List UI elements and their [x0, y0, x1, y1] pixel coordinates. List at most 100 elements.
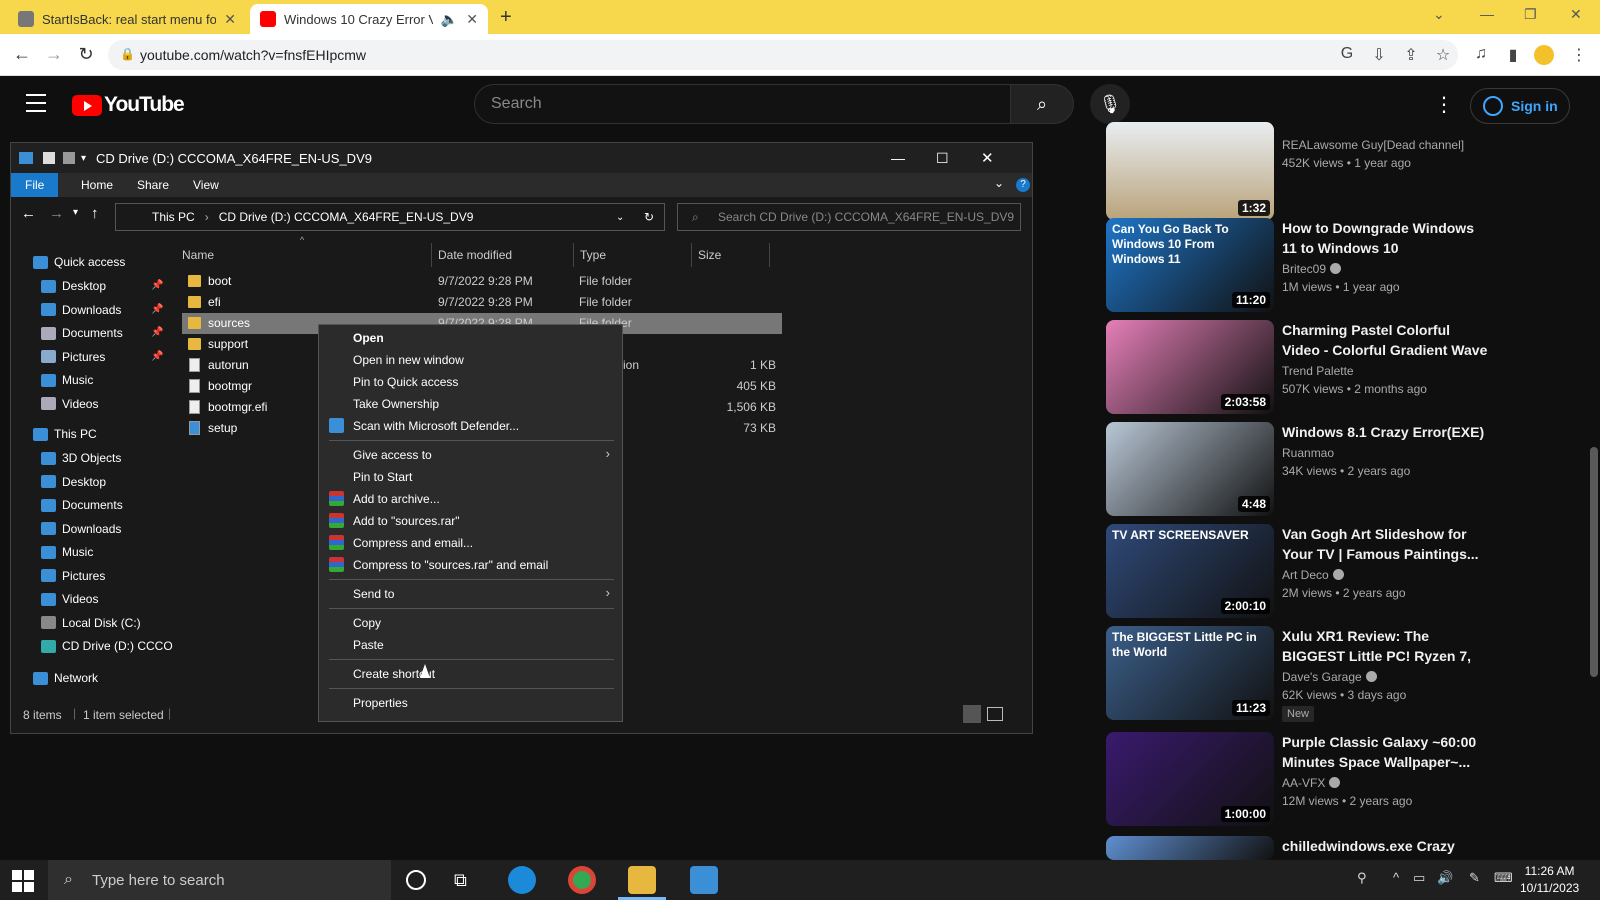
refresh-icon[interactable]: ↻ [644, 210, 654, 224]
minimize-icon[interactable]: — [1480, 6, 1494, 22]
close-icon[interactable]: ✕ [981, 149, 994, 167]
nav-pc-item[interactable]: Documents [41, 498, 123, 512]
back-icon[interactable]: ← [21, 205, 36, 222]
reload-icon[interactable]: ↻ [74, 44, 98, 65]
recommended-video[interactable]: Can You Go Back To Windows 10 From Windo… [1106, 218, 1486, 314]
context-menu-item[interactable]: Properties [353, 696, 408, 710]
quick-access-toolbar-dropdown-icon[interactable]: ▾ [81, 153, 86, 164]
video-title[interactable]: Xulu XR1 Review: The BIGGEST Little PC! … [1282, 626, 1488, 666]
nav-pc-item[interactable]: Desktop [41, 475, 106, 489]
video-title[interactable]: Van Gogh Art Slideshow for Your TV | Fam… [1282, 524, 1488, 564]
nav-network[interactable]: Network [33, 671, 98, 685]
nav-quick-access[interactable]: Quick access [33, 255, 125, 269]
explorer-search-input[interactable]: ⌕ Search CD Drive (D:) CCCOMA_X64FRE_EN-… [677, 203, 1021, 231]
context-menu-item[interactable]: Give access to [353, 448, 432, 462]
explorer-address-bar[interactable]: This PC › CD Drive (D:) CCCOMA_X64FRE_EN… [115, 203, 665, 231]
video-thumbnail[interactable]: Can You Go Back To Windows 10 From Windo… [1106, 218, 1274, 312]
youtube-logo-icon[interactable] [72, 95, 102, 116]
explorer-title-bar[interactable]: ▾ CD Drive (D:) CCCOMA_X64FRE_EN-US_DV9 … [11, 143, 1032, 173]
youtube-search-input[interactable]: Search [474, 84, 1011, 124]
nav-quick-item[interactable]: Downloads [41, 303, 121, 317]
recent-locations-icon[interactable]: ▾ [73, 207, 78, 218]
details-view-icon[interactable] [963, 705, 981, 723]
channel-name[interactable]: Britec09 [1282, 262, 1342, 276]
column-header-size[interactable]: Size [692, 243, 770, 267]
recommended-video[interactable]: 2:03:58 Charming Pastel Colorful Video - … [1106, 320, 1488, 416]
video-thumbnail[interactable] [1106, 836, 1274, 860]
browser-tab-active[interactable]: Windows 10 Crazy Error V2 🔈 ✕ [250, 4, 488, 34]
address-bar[interactable]: youtube.com/watch?v=fnsfEHIpcmw [108, 40, 1458, 70]
control-panel-icon[interactable] [690, 866, 718, 894]
new-tab-icon[interactable]: + [500, 6, 512, 29]
nav-quick-item[interactable]: Documents [41, 326, 123, 340]
video-title[interactable]: Charming Pastel Colorful Video - Colorfu… [1282, 320, 1488, 360]
pen-icon[interactable]: ✎ [1469, 870, 1480, 886]
close-tab-icon[interactable]: ✕ [224, 11, 236, 28]
nav-this-pc[interactable]: This PC [33, 427, 97, 441]
nav-pc-item[interactable]: Local Disk (C:) [41, 616, 141, 630]
forward-icon[interactable]: → [49, 205, 64, 222]
browser-menu-icon[interactable]: ⋮ [1568, 45, 1590, 65]
context-menu-item[interactable]: Scan with Microsoft Defender... [353, 419, 519, 433]
video-title[interactable]: Windows 8.1 Crazy Error(EXE) [1282, 422, 1488, 442]
video-thumbnail[interactable]: The BIGGEST Little PC in the World 11:23 [1106, 626, 1274, 720]
nav-quick-item[interactable]: Music [41, 373, 93, 387]
nav-quick-item[interactable]: Desktop [41, 279, 106, 293]
chrome-icon[interactable] [568, 866, 596, 894]
context-menu-item[interactable]: Compress and email... [353, 536, 473, 550]
channel-name[interactable]: Trend Palette [1282, 364, 1354, 378]
back-icon[interactable]: ← [10, 44, 34, 65]
context-menu-item[interactable]: Open in new window [353, 353, 464, 367]
edge-icon[interactable] [508, 866, 536, 894]
context-menu-item[interactable]: Send to [353, 587, 394, 601]
context-menu-item[interactable]: Pin to Start [353, 470, 412, 484]
new-folder-quick-icon[interactable] [63, 152, 75, 164]
video-title[interactable]: Purple Classic Galaxy ~60:00 Minutes Spa… [1282, 732, 1488, 772]
nav-pc-item[interactable]: 3D Objects [41, 451, 121, 465]
context-menu-item[interactable]: Compress to "sources.rar" and email [353, 558, 548, 572]
ribbon-tab-share[interactable]: Share [123, 173, 183, 197]
taskbar-clock[interactable]: 11:26 AM 10/11/2023 [1520, 863, 1579, 897]
nav-quick-item[interactable]: Pictures [41, 350, 105, 364]
video-thumbnail[interactable]: 1:32 [1106, 122, 1274, 220]
cortana-icon[interactable] [406, 870, 426, 890]
help-icon[interactable]: ? [1016, 178, 1030, 192]
audio-icon[interactable]: 🔈 [441, 11, 458, 28]
large-icons-view-icon[interactable] [987, 707, 1003, 721]
close-window-icon[interactable]: ✕ [1570, 6, 1582, 23]
channel-name[interactable]: REALawsome Guy[Dead channel] [1282, 138, 1464, 152]
recommended-video[interactable]: TV ART SCREENSAVER 2:00:10 Van Gogh Art Sl… [1106, 524, 1486, 620]
volume-icon[interactable]: 🔊 [1437, 870, 1453, 886]
context-menu-item[interactable]: Add to "sources.rar" [353, 514, 460, 528]
column-header-type[interactable]: Type [574, 243, 692, 267]
column-header-name[interactable]: Name [176, 243, 432, 267]
maximize-icon[interactable]: ❐ [1524, 6, 1537, 23]
properties-quick-icon[interactable] [43, 152, 55, 164]
recommended-video[interactable]: 1:00:00 Purple Classic Galaxy ~60:00 Minu… [1106, 732, 1486, 828]
recommended-video[interactable]: chilledwindows.exe Crazy Error [1106, 836, 1486, 874]
share-icon[interactable]: ⇪ [1400, 45, 1422, 65]
nav-pc-item[interactable]: Music [41, 545, 93, 559]
taskbar-search-box[interactable]: ⌕ Type here to search [48, 860, 391, 900]
maximize-icon[interactable]: ☐ [936, 150, 949, 167]
context-menu-item[interactable]: Take Ownership [353, 397, 439, 411]
recommended-video[interactable]: The BIGGEST Little PC in the World 11:23 X… [1106, 626, 1486, 722]
scrollbar-thumb[interactable] [1590, 447, 1598, 677]
video-thumbnail[interactable]: 2:03:58 [1106, 320, 1274, 414]
windows-start-icon[interactable] [12, 870, 34, 892]
recommended-video[interactable]: 4:48 Windows 8.1 Crazy Error(EXE) Ruanmao 3… [1106, 422, 1486, 518]
video-thumbnail[interactable]: TV ART SCREENSAVER 2:00:10 [1106, 524, 1274, 618]
nav-pc-item[interactable]: Pictures [41, 569, 105, 583]
breadcrumb-this-pc[interactable]: This PC [152, 210, 195, 224]
minimize-icon[interactable]: — [891, 150, 905, 166]
file-row[interactable]: efi 9/7/2022 9:28 PM File folder [182, 292, 782, 313]
video-title[interactable]: How to Downgrade Windows 11 to Windows 1… [1282, 218, 1488, 258]
file-explorer-icon[interactable] [628, 866, 656, 894]
ribbon-tab-view[interactable]: View [179, 173, 233, 197]
lock-icon[interactable]: 🔒 [120, 47, 135, 61]
context-menu-item[interactable]: Add to archive... [353, 492, 440, 506]
up-folder-icon[interactable]: ↑ [91, 205, 99, 222]
sign-in-button[interactable]: Sign in [1470, 88, 1570, 124]
nav-pc-item[interactable]: CD Drive (D:) CCCO [41, 639, 173, 653]
side-panel-icon[interactable]: ▮ [1502, 45, 1524, 65]
